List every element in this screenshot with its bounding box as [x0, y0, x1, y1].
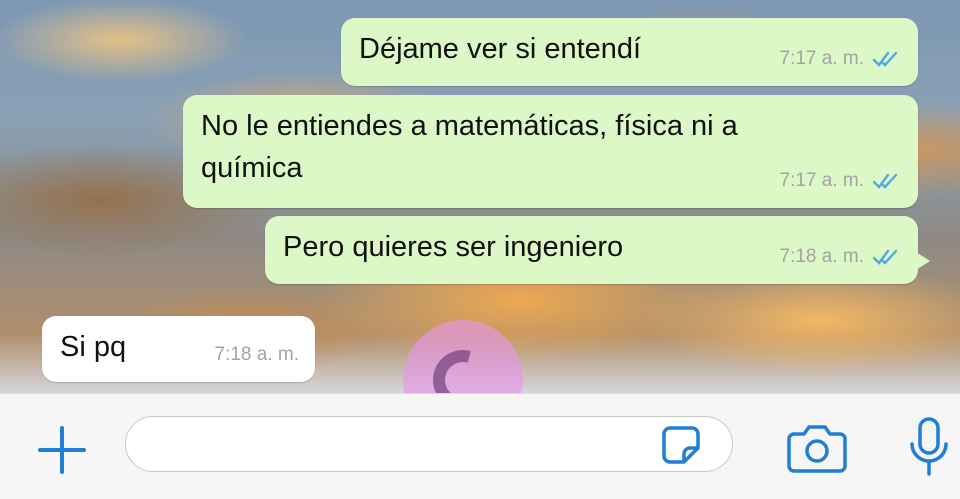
message-text: Si pq: [60, 331, 127, 363]
message-text: Pero quieres ser ingeniero: [283, 231, 624, 263]
message-time: 7:18 a. m.: [779, 246, 865, 267]
message-input[interactable]: [125, 416, 733, 472]
message-bubble-outgoing[interactable]: No le entiendes a matemáticas, física ni…: [183, 95, 918, 208]
message-bubble-outgoing[interactable]: Déjame ver si entendí 7:17 a. m.: [341, 18, 918, 86]
sticker-icon[interactable]: [660, 424, 702, 466]
message-time: 7:18 a. m.: [214, 344, 300, 365]
message-input-bar: [0, 393, 960, 499]
bubble-tail: [916, 252, 930, 270]
plus-icon[interactable]: [36, 424, 88, 476]
message-time: 7:17 a. m.: [779, 48, 865, 69]
camera-icon[interactable]: [786, 422, 848, 474]
message-bubble-outgoing[interactable]: Pero quieres ser ingeniero 7:18 a. m.: [265, 216, 930, 284]
message-meta: 7:17 a. m.: [780, 40, 903, 78]
message-text-line-2: química: [201, 152, 303, 184]
message-meta: 7:18 a. m.: [780, 238, 903, 276]
double-check-read-icon: [872, 51, 898, 67]
message-text: Déjame ver si entendí: [359, 33, 642, 65]
message-time: 7:17 a. m.: [779, 170, 865, 191]
message-text-line-1: No le entiendes a matemáticas, física ni…: [201, 110, 738, 142]
microphone-icon[interactable]: [906, 416, 952, 482]
message-meta: 7:18 a. m.: [215, 336, 300, 374]
message-bubble-incoming[interactable]: Si pq 7:18 a. m.: [42, 316, 315, 382]
double-check-read-icon: [872, 249, 898, 265]
double-check-read-icon: [872, 173, 898, 189]
message-meta: 7:17 a. m.: [780, 162, 903, 200]
